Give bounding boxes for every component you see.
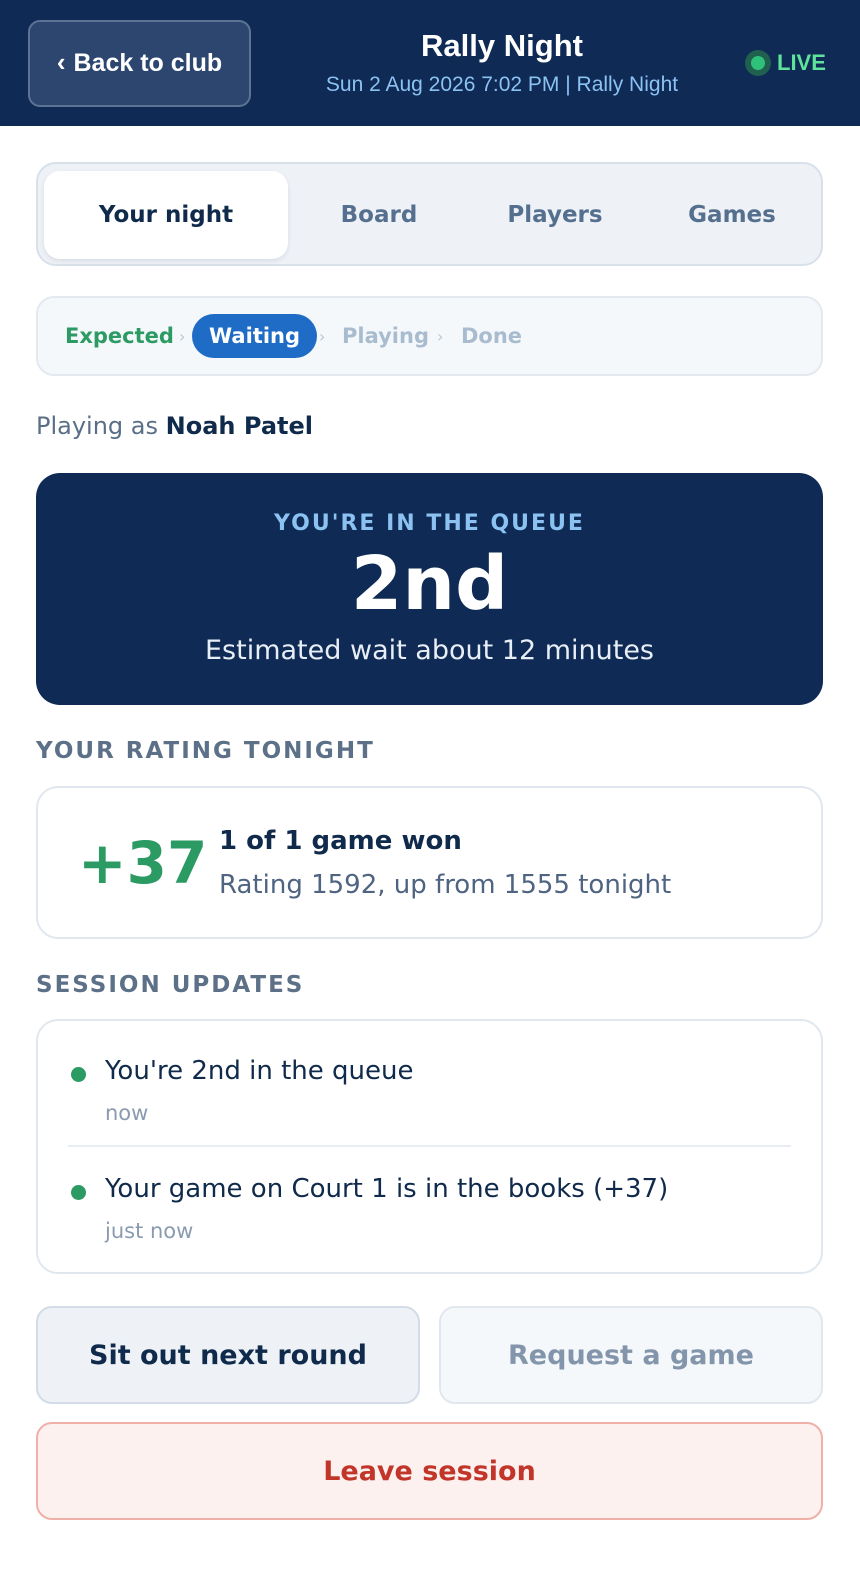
- session-title: Rally Night: [421, 28, 583, 63]
- playing-as-line: Playing as Noah Patel: [36, 412, 313, 440]
- rating-section-title: YOUR RATING TONIGHT: [36, 738, 375, 764]
- step-done: Done: [461, 324, 523, 348]
- tab-games[interactable]: Games: [640, 171, 824, 259]
- tab-players[interactable]: Players: [470, 171, 640, 259]
- chevron-left-icon: ‹: [56, 47, 66, 77]
- tab-board[interactable]: Board: [288, 171, 470, 259]
- queue-wait-estimate: Estimated wait about 12 minutes: [205, 635, 654, 666]
- rating-card: +37 1 of 1 game won Rating 1592, up from…: [36, 786, 823, 939]
- chevron-right-icon: ›: [319, 326, 326, 346]
- status-dot-icon: [71, 1185, 86, 1200]
- session-updates-list: You're 2nd in the queue now Your game on…: [36, 1019, 823, 1274]
- list-item: You're 2nd in the queue now: [38, 1021, 821, 1131]
- player-name: Noah Patel: [165, 412, 313, 440]
- step-waiting-label: Waiting: [192, 314, 318, 358]
- session-subtitle: Sun 2 Aug 2026 7:02 PM | Rally Night: [325, 73, 679, 96]
- list-item: Your game on Court 1 is in the books (+3…: [38, 1139, 821, 1249]
- live-indicator: LIVE: [745, 50, 826, 76]
- queue-card: YOU'RE IN THE QUEUE 2nd Estimated wait a…: [36, 473, 823, 705]
- queue-position: 2nd: [350, 541, 509, 627]
- rating-detail: Rating 1592, up from 1555 tonight: [219, 870, 672, 900]
- sit-out-next-round-button[interactable]: Sit out next round: [36, 1306, 420, 1404]
- chevron-right-icon: ›: [179, 326, 186, 346]
- step-waiting: Waiting: [192, 298, 318, 374]
- step-playing: Playing: [342, 324, 429, 348]
- update-time: now: [105, 1101, 149, 1125]
- tab-bar: Your night Board Players Games: [36, 162, 823, 266]
- update-time: just now: [105, 1219, 194, 1243]
- status-stepper: Expected › Waiting › Playing › Done: [36, 296, 823, 376]
- back-to-club-button[interactable]: ‹ Back to club: [28, 20, 251, 107]
- rating-delta: +37: [78, 829, 208, 897]
- playing-as-prefix: Playing as: [36, 412, 159, 440]
- leave-session-button[interactable]: Leave session: [36, 1422, 823, 1520]
- step-expected: Expected: [65, 324, 174, 348]
- live-label: LIVE: [777, 50, 826, 75]
- live-dot-icon: [745, 50, 771, 76]
- back-button-label: Back to club: [73, 49, 223, 77]
- updates-section-title: SESSION UPDATES: [36, 972, 305, 998]
- update-message: Your game on Court 1 is in the books (+3…: [105, 1174, 669, 1204]
- tab-your-night[interactable]: Your night: [44, 171, 288, 259]
- chevron-right-icon: ›: [437, 326, 444, 346]
- queue-label: YOU'RE IN THE QUEUE: [274, 511, 585, 536]
- status-dot-icon: [71, 1067, 86, 1082]
- update-message: You're 2nd in the queue: [105, 1056, 414, 1086]
- app-header: ‹ Back to club Rally Night Sun 2 Aug 202…: [0, 0, 860, 126]
- request-game-button[interactable]: Request a game: [439, 1306, 823, 1404]
- rating-summary: 1 of 1 game won: [219, 826, 462, 856]
